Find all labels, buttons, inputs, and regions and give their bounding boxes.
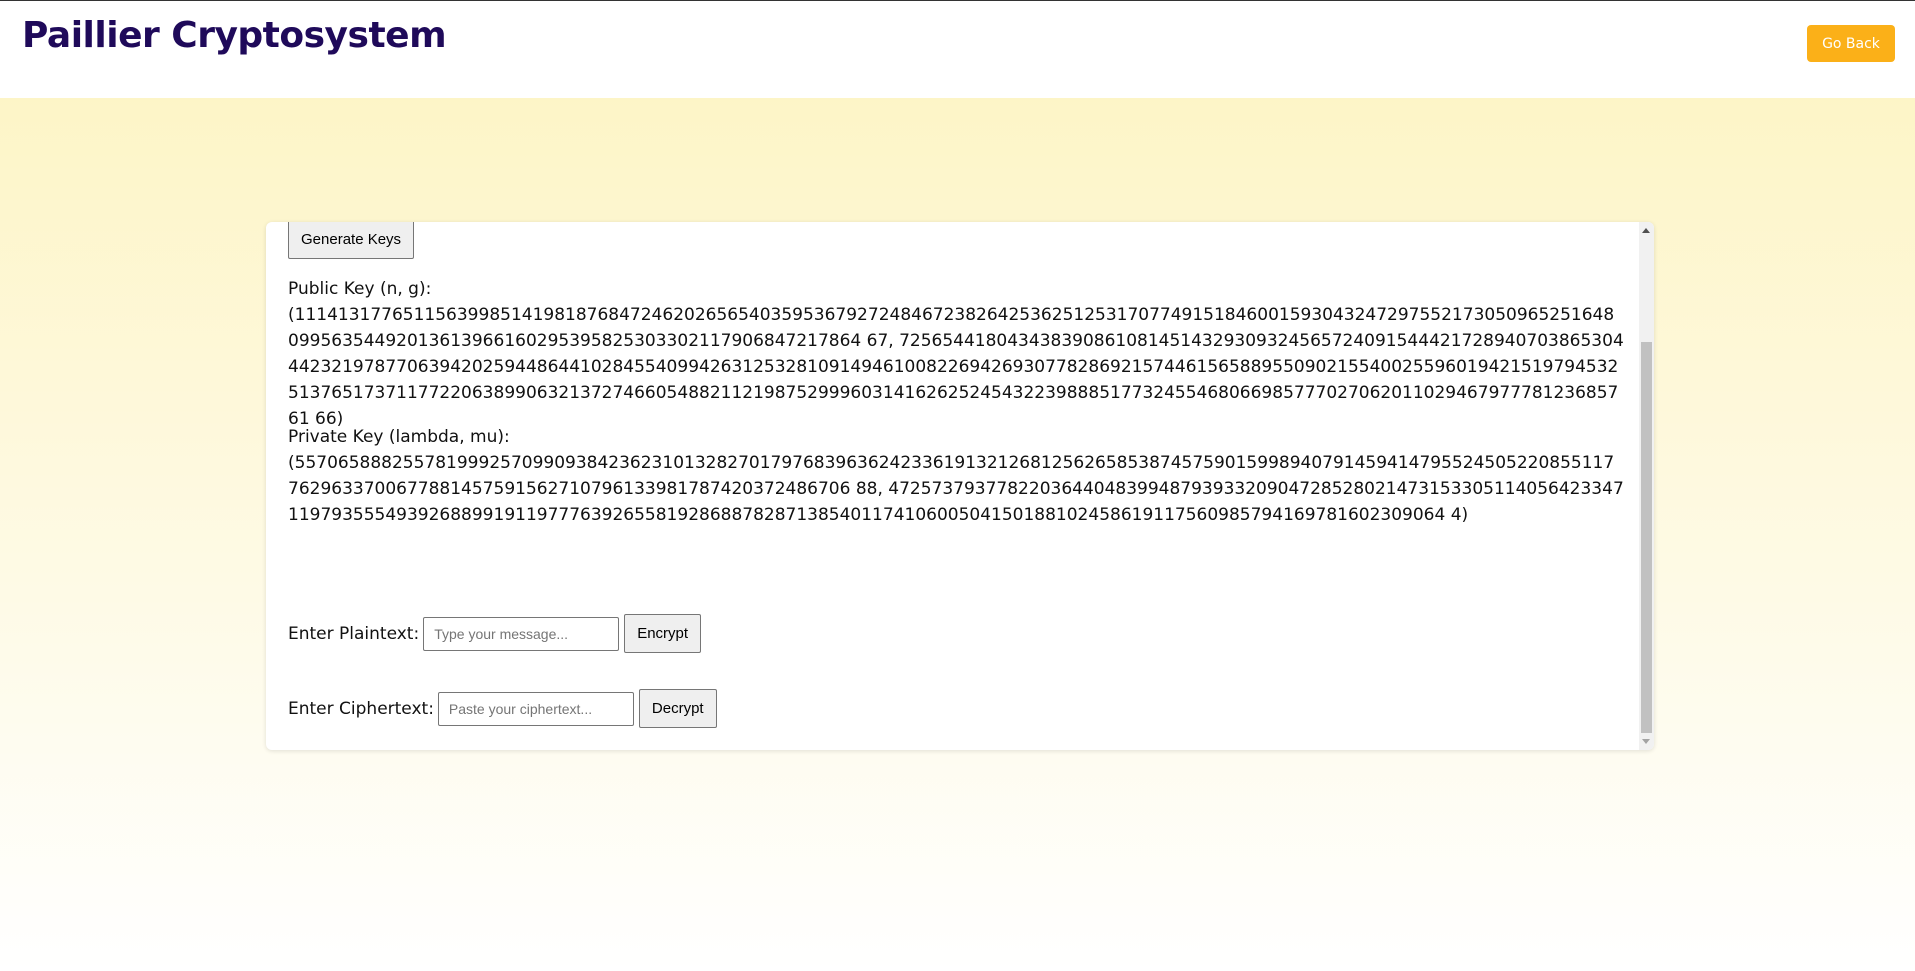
scroll-thumb[interactable] [1641,342,1652,733]
decrypt-row: Enter Ciphertext: Decrypt [288,689,717,728]
scroll-up-arrow-icon[interactable] [1642,228,1650,233]
panel-scrollbar[interactable] [1639,222,1654,750]
go-back-button[interactable]: Go Back [1807,25,1895,62]
header: Paillier Cryptosystem Go Back [0,1,1915,98]
encrypt-button[interactable]: Encrypt [624,614,702,653]
plaintext-label: Enter Plaintext: [288,623,420,644]
crypto-panel: Generate Keys Public Key (n, g): (111413… [266,222,1654,750]
private-key-label: Private Key (lambda, mu): [288,427,510,447]
ciphertext-label: Enter Ciphertext: [288,698,434,719]
private-key-value: (557065888255781999257099093842362310132… [288,453,1624,525]
page-title: Paillier Cryptosystem [22,15,447,56]
scroll-down-arrow-icon[interactable] [1642,739,1650,744]
decrypt-button[interactable]: Decrypt [638,689,717,728]
ciphertext-input[interactable] [437,691,634,726]
generate-keys-button[interactable]: Generate Keys [288,222,415,259]
public-key-label: Public Key (n, g): [288,279,432,299]
plaintext-input[interactable] [423,616,620,651]
public-key-value: (111413177651156399851419818768472462026… [288,305,1624,429]
private-key-block: Private Key (lambda, mu): (5570658882557… [288,424,1624,528]
main-area: Generate Keys Public Key (n, g): (111413… [0,98,1915,971]
encrypt-row: Enter Plaintext: Encrypt [288,614,702,653]
public-key-block: Public Key (n, g): (11141317765115639985… [288,276,1624,432]
